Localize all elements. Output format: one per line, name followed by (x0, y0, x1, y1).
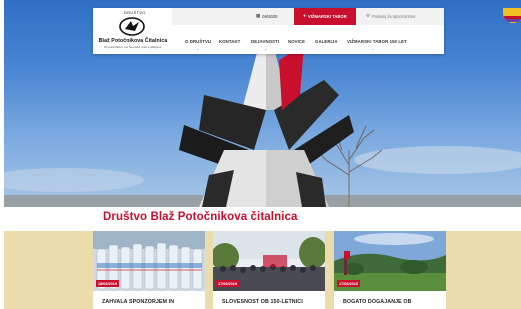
sponsors-link[interactable]: ⚙ Postanj za sponzorstvo (366, 8, 415, 25)
nav-item-galerija[interactable]: GALERIJA (315, 39, 338, 44)
nav-item-novice[interactable]: NOVICE (288, 39, 305, 44)
nav-label: KONTAKT (219, 39, 241, 44)
nav-item-kontakt[interactable]: KONTAKT (219, 39, 240, 44)
calendar-link[interactable]: ▦ 06/2020 (256, 8, 277, 25)
news-date: 17/06/2019 (337, 280, 361, 287)
calendar-icon: ▦ (256, 13, 261, 19)
gear-icon: ⚙ (366, 13, 371, 19)
chevron-down-icon: ⌄ (371, 46, 375, 51)
news-card[interactable]: 18/06/2019 ZAHVALA SPONZORJEM IN (93, 231, 205, 309)
site-logo[interactable]: DRUŠTVO Blaž Potočnikova Čitalnica Pripa… (93, 8, 171, 54)
calendar-text: 06/2020 (262, 14, 278, 19)
nav-label: NOVICE (288, 39, 306, 44)
main-nav: O DRUŠTVU ⌄ KONTAKT DEJAVNOSTI ⌄ NOVICE … (172, 30, 444, 54)
nav-label: O DRUŠTVU (185, 39, 212, 44)
nav-item-o-drustvu[interactable]: O DRUŠTVU (185, 39, 211, 44)
news-date: 18/06/2019 (96, 280, 120, 287)
chevron-down-icon: ⌄ (196, 46, 200, 51)
news-card[interactable]: 17/06/2019 BOGATO DOGAJANJE OB (334, 231, 446, 309)
info-icon: ● (303, 13, 306, 19)
site-header: DRUŠTVO Blaž Potočnikova Čitalnica Pripa… (93, 8, 521, 54)
nav-label: VIŽMARSKI TABOR 150 LET (347, 39, 407, 44)
vizmarski-tabor-button[interactable]: ● VIŽMARSKI TABOR (294, 8, 356, 25)
news-title: SLOVESNOST OB 150-LETNICI (222, 299, 303, 305)
news-date: 17/06/2019 (216, 280, 240, 287)
logo-top-text: DRUŠTVO (124, 10, 146, 15)
tabor-label: VIŽMARSKI TABOR (307, 14, 347, 19)
anniversary-badge[interactable] (503, 8, 521, 23)
nav-item-dejavnosti[interactable]: DEJAVNOSTI (251, 39, 279, 44)
logo-name: Blaž Potočnikova Čitalnica (98, 38, 168, 44)
page-title: Društvo Blaž Potočnikova čitalnica (103, 211, 298, 223)
sponsors-label: Postanj za sponzorstvo (372, 14, 416, 19)
chevron-down-icon: ⌄ (264, 46, 268, 51)
logo-subtitle: Pripadnikom na Šentvid nad Ljubljano (104, 45, 162, 49)
nav-label: GALERIJA (315, 39, 338, 44)
news-title: BOGATO DOGAJANJE OB (343, 299, 412, 305)
news-card[interactable]: 17/06/2019 SLOVESNOST OB 150-LETNICI (213, 231, 325, 309)
news-title: ZAHVALA SPONZORJEM IN (102, 299, 175, 305)
logo-emblem-icon (119, 17, 145, 36)
nav-item-vizmarski-tabor[interactable]: VIŽMARSKI TABOR 150 LET (347, 39, 407, 44)
top-bar: ▦ 06/2020 ● VIŽMARSKI TABOR ⚙ Postanj za… (172, 8, 521, 25)
nav-label: DEJAVNOSTI (251, 39, 280, 44)
